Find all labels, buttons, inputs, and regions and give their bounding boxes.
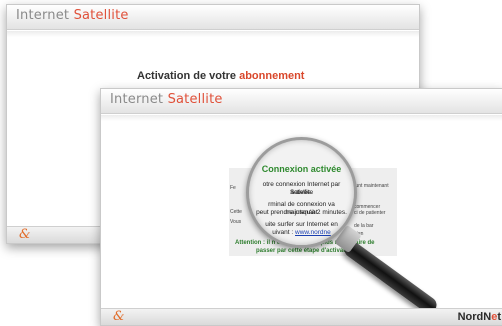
panel-text: sunt maintenant [353,183,389,189]
heading-text: Activation de votre [137,70,240,82]
header-divider [7,31,419,37]
lens-text-part: uivant : [272,229,294,236]
window-title: Internet Satellite [110,92,223,107]
lens-text: peut prendre jusqu'à 2 minutes. [256,209,347,216]
panel-text: de la bar [354,223,374,229]
connection-status-title: Connexion activée [261,164,342,174]
title-accent: Satellite [167,92,223,107]
header-divider [101,115,502,121]
activation-window-front: Internet Satellite Fe Cette Vous sunt ma… [100,88,502,326]
ampersand-logo: & [113,309,125,324]
magnifying-glass: Connexion activée otre connexion Interne… [246,137,357,248]
window-titlebar: Internet Satellite [101,89,502,114]
nordnet-link[interactable]: www.nordne [295,229,331,236]
title-text: Internet [16,8,74,23]
title-text: Internet [110,92,168,107]
nordnet-logo: NordNet [458,309,501,325]
heading-accent: abonnement [239,70,305,82]
lens-text: uivant : www.nordne [253,229,350,237]
panel-text: Vous [230,219,242,225]
title-accent: Satellite [73,8,129,23]
panel-text: Cette [230,209,242,215]
attention-text: passer par cette étape d'activation. [256,248,356,254]
panel-text: ci de patienter [354,210,386,216]
panel-text: Fe [230,185,236,191]
ampersand-logo: & [19,227,31,242]
window-footer: & NordNet [101,308,502,325]
window-title: Internet Satellite [16,8,129,23]
brand-text: NordN [457,311,492,323]
window-titlebar: Internet Satellite [7,5,419,30]
brand-text: t [497,311,501,323]
activation-heading: Activation de votre abonnement [137,70,337,82]
lens-text: uite surfer sur Internet en [265,221,338,228]
lens-text: activée. [290,189,313,196]
